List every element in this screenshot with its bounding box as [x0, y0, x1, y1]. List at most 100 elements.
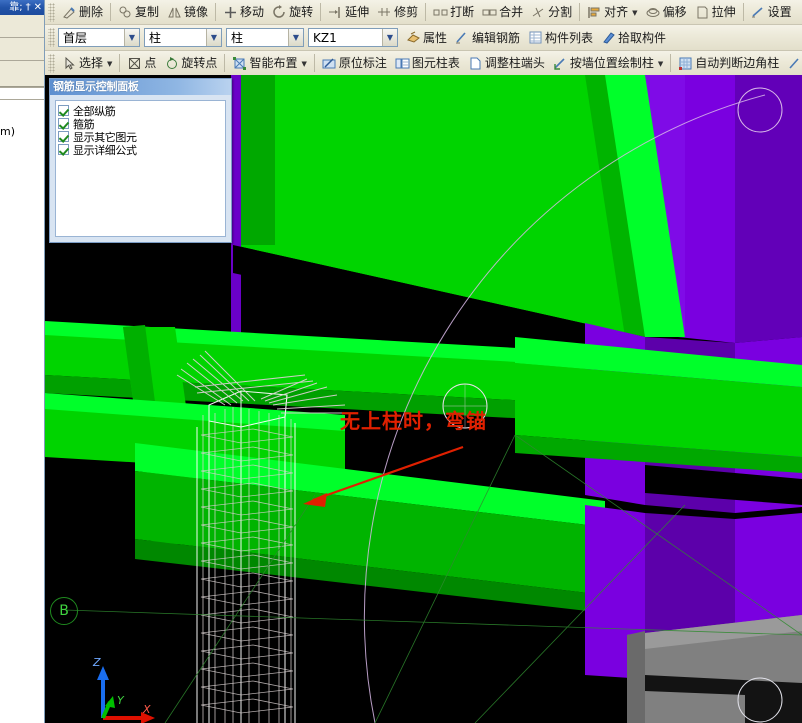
extend-icon	[328, 5, 343, 20]
offset-button[interactable]: 偏移	[642, 2, 691, 23]
extend-button[interactable]: 延伸	[324, 2, 373, 23]
stirrup-checkbox[interactable]	[58, 118, 69, 129]
break-button[interactable]: 打断	[429, 2, 478, 23]
show-detailed-formula-checkbox[interactable]	[58, 144, 69, 155]
left-panel-row[interactable]	[0, 61, 44, 87]
merge-button[interactable]: 合并	[478, 2, 527, 23]
edit-rebar-button[interactable]: 编辑钢筋	[451, 27, 524, 48]
drawing-toolbar: 选择 ▼ 点 旋转点 智能布置 ▼ 原位标注 图元柱表 调整柱端头 按墙位置绘制…	[45, 51, 802, 76]
mirror-button[interactable]: 镜像	[163, 2, 212, 23]
subcategory-select[interactable]: 柱 ▼	[226, 28, 304, 47]
stretch-label: 拉伸	[711, 5, 736, 19]
point-tool-button[interactable]: 点	[123, 53, 160, 74]
category-select[interactable]: 柱 ▼	[144, 28, 222, 47]
move-button[interactable]: 移动	[219, 2, 268, 23]
component-list-label: 构件列表	[545, 30, 594, 45]
3d-viewport[interactable]: 无上柱时，弯锚 B Z Y X 钢筋显示控制面板 全部纵筋 箍筋 显示其它图元 …	[45, 75, 802, 723]
toolbar-grip[interactable]	[48, 2, 55, 22]
pin-icon[interactable]: 靠;	[9, 2, 22, 13]
rebar-option-row[interactable]: 显示详细公式	[58, 143, 223, 157]
property-button[interactable]: 属性	[402, 27, 451, 48]
property-label: 属性	[423, 30, 448, 45]
copy-label: 复制	[135, 5, 160, 19]
pick-component-button[interactable]: 拾取构件	[597, 27, 670, 48]
chevron-down-icon[interactable]: ▼	[632, 7, 637, 19]
component-list-icon	[528, 30, 543, 45]
toolbar-separator	[215, 3, 217, 21]
delete-button[interactable]: 删除	[58, 2, 107, 23]
toolbar-separator	[110, 3, 112, 21]
chevron-down-icon[interactable]: ▼	[382, 29, 397, 46]
show-detailed-formula-label: 显示详细公式	[73, 143, 137, 157]
in-place-annotation-button[interactable]: 原位标注	[318, 53, 391, 74]
more-tools-icon	[787, 56, 802, 71]
toolbar-grip[interactable]	[48, 28, 55, 47]
chevron-down-icon[interactable]: ▼	[206, 29, 221, 46]
draw-column-by-wall-label: 按墙位置绘制柱	[569, 56, 654, 70]
auto-corner-column-button[interactable]: 自动判断边角柱	[674, 53, 783, 74]
rotate-point-label: 旋转点	[181, 56, 218, 70]
category-select-value: 柱	[149, 31, 162, 45]
chevron-down-icon[interactable]: ▼	[288, 29, 303, 46]
stretch-icon	[695, 5, 710, 20]
extra-tool-button[interactable]	[783, 53, 802, 74]
left-docked-panel: 靠; † ✕ m)	[0, 0, 45, 723]
component-select-value: KZ1	[313, 30, 337, 45]
split-button[interactable]: 分割	[527, 2, 576, 23]
rotate-point-icon	[164, 56, 179, 71]
delete-label: 删除	[79, 5, 104, 19]
merge-label: 合并	[499, 5, 524, 19]
stretch-button[interactable]: 拉伸	[691, 2, 740, 23]
floor-select[interactable]: 首层 ▼	[58, 28, 140, 47]
toolbar-area: 删除 复制 镜像 移动 旋转 延伸 修剪 打断 合并 分割 对齐 ▼ 偏移 拉伸…	[45, 0, 802, 76]
chevron-down-icon[interactable]: ▼	[124, 29, 139, 46]
offset-label: 偏移	[662, 5, 687, 19]
axis-z-label: Z	[93, 656, 101, 669]
toolbar-grip[interactable]	[48, 53, 55, 73]
edit-toolbar: 删除 复制 镜像 移动 旋转 延伸 修剪 打断 合并 分割 对齐 ▼ 偏移 拉伸…	[45, 0, 802, 25]
draw-column-by-wall-icon	[553, 56, 568, 71]
move-label: 移动	[240, 5, 265, 19]
smart-layout-label: 智能布置	[249, 56, 298, 70]
rebar-panel-options-list: 全部纵筋 箍筋 显示其它图元 显示详细公式	[55, 100, 226, 237]
all-longitudinal-rebar-checkbox[interactable]	[58, 105, 69, 116]
chevron-down-icon[interactable]: ▼	[301, 58, 306, 70]
chevron-down-icon[interactable]: ▼	[107, 58, 112, 70]
mirror-icon	[167, 5, 182, 20]
rotate-button[interactable]: 旋转	[268, 2, 317, 23]
pick-component-label: 拾取构件	[618, 30, 667, 45]
select-tool-button[interactable]: 选择 ▼	[58, 53, 116, 74]
break-icon	[433, 5, 448, 20]
auto-corner-column-label: 自动判断边角柱	[695, 56, 780, 70]
draw-column-by-wall-button[interactable]: 按墙位置绘制柱 ▼	[549, 53, 667, 74]
left-panel-row[interactable]	[0, 15, 44, 38]
align-button[interactable]: 对齐 ▼	[583, 2, 641, 23]
copy-button[interactable]: 复制	[114, 2, 163, 23]
left-panel-row[interactable]	[0, 38, 44, 61]
component-select[interactable]: KZ1 ▼	[308, 28, 398, 47]
component-list-button[interactable]: 构件列表	[524, 27, 597, 48]
rebar-display-control-panel[interactable]: 钢筋显示控制面板 全部纵筋 箍筋 显示其它图元 显示详细公式	[49, 78, 232, 243]
copy-icon	[118, 5, 133, 20]
trim-button[interactable]: 修剪	[373, 2, 422, 23]
adjust-column-end-button[interactable]: 调整柱端头	[464, 53, 549, 74]
component-selection-toolbar: 首层 ▼ 柱 ▼ 柱 ▼ KZ1 ▼ 属性 编辑钢筋 构件列表 拾取构件	[45, 25, 802, 51]
split-icon	[531, 5, 546, 20]
settings-button[interactable]: 设置	[747, 2, 796, 23]
chevron-down-icon[interactable]: ▼	[658, 58, 663, 70]
smart-layout-button[interactable]: 智能布置 ▼	[228, 53, 310, 74]
align-label: 对齐	[604, 5, 629, 19]
element-column-table-button[interactable]: 图元柱表	[391, 53, 464, 74]
close-icon[interactable]: ✕	[34, 2, 42, 13]
settings-label: 设置	[767, 5, 792, 19]
axis-x-label: X	[143, 703, 151, 716]
show-other-elements-checkbox[interactable]	[58, 131, 69, 142]
rotate-point-button[interactable]: 旋转点	[160, 53, 221, 74]
rotate-label: 旋转	[289, 5, 314, 19]
pin-icon-glyph[interactable]: †	[26, 2, 31, 13]
align-icon	[587, 5, 602, 20]
toolbar-separator	[119, 54, 121, 72]
subcategory-select-value: 柱	[231, 31, 244, 45]
element-column-table-icon	[395, 56, 410, 71]
toolbar-separator	[742, 3, 744, 21]
